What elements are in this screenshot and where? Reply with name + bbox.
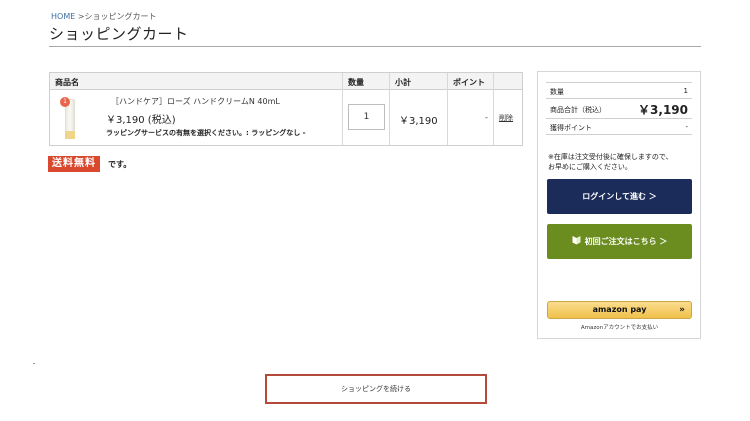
amazon-pay-button[interactable]: amazon pay » [547,301,692,319]
title-divider [49,46,701,47]
item-subtotal: ￥3,190 [399,116,438,127]
decorative-dot [33,363,35,364]
product-image[interactable]: 1 [56,95,82,141]
summary-points-value: - [685,123,688,131]
summary-quantity-label: 数量 [550,88,564,96]
free-shipping-text: です。 [108,160,132,169]
summary-points-label: 獲得ポイント [550,124,592,132]
header-quantity: 数量 [348,78,364,87]
continue-shopping-button[interactable]: ショッピングを続ける [265,374,487,404]
cart-table: 商品名 数量 小計 ポイント 1 ［ハンドケア］ローズ ハンドクリームN 40m… [49,72,523,146]
stock-note-line: お早めにご購入ください。 [548,163,632,171]
free-shipping-badge: 送料無料 [48,156,100,172]
column-divider [447,73,448,145]
summary-total-row: 商品合計（税込） ￥3,190 [546,98,692,118]
item-points: - [485,113,488,122]
tube-cap-icon [65,131,75,139]
first-order-button-label: 初回ご注文はこちら ＞ [584,237,668,246]
breadcrumb: HOME >ショッピングカート [51,11,157,22]
cart-table-header: 商品名 数量 小計 ポイント [50,73,522,90]
product-name-link[interactable]: ［ハンドケア］ローズ ハンドクリームN 40mL [111,96,280,107]
page-title: ショッピングカート [49,25,189,43]
login-proceed-button[interactable]: ログインして進む ＞ [547,179,692,214]
wrapping-option: ラッピングサービスの有無を選択ください。: ラッピングなし - [106,129,306,137]
breadcrumb-home-link[interactable]: HOME [51,12,75,21]
product-price: ￥3,190 (税込) [106,115,176,126]
order-summary-panel: 数量 1 商品合計（税込） ￥3,190 獲得ポイント - ※在庫は注文受付後に… [537,71,701,339]
amazon-pay-note: Amazonアカウントでお支払い [580,325,659,331]
double-chevron-icon: » [679,305,685,315]
delete-item-link[interactable]: 削除 [499,113,513,123]
summary-total-label: 商品合計（税込） [550,106,606,114]
stock-note: ※在庫は注文受付後に確保しますので、 お早めにご購入ください。 [548,152,698,172]
column-divider [342,73,343,145]
summary-quantity-value: 1 [683,87,688,95]
amazon-pay-logo: amazon pay [592,305,647,314]
breadcrumb-current: ショッピングカート [84,12,157,21]
column-divider [493,73,494,145]
first-order-button[interactable]: 初回ご注文はこちら ＞ [547,224,692,259]
summary-points-row: 獲得ポイント - [546,118,692,135]
beginner-leaf-icon [572,236,581,245]
summary-total-value: ￥3,190 [638,103,688,117]
product-badge: 1 [60,97,70,107]
stock-note-line: ※在庫は注文受付後に確保しますので、 [548,153,673,161]
header-product: 商品名 [55,78,79,87]
header-points: ポイント [453,78,485,87]
header-subtotal: 小計 [395,78,411,87]
quantity-input[interactable]: 1 [348,104,385,130]
summary-quantity-row: 数量 1 [546,82,692,98]
breadcrumb-separator: > [75,12,85,21]
column-divider [389,73,390,145]
